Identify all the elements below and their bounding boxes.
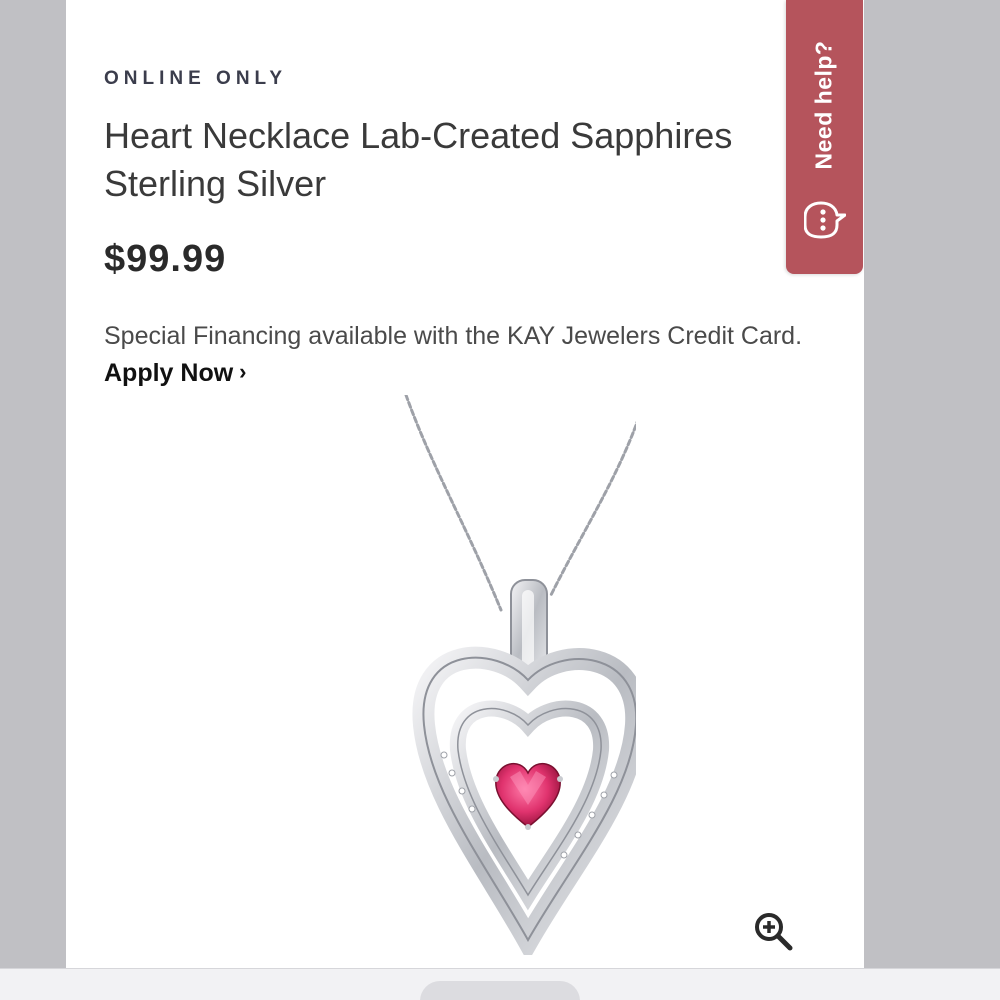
product-image[interactable]: [296, 395, 636, 955]
product-title: Heart Necklace Lab-Created Sapphires Ste…: [104, 115, 733, 204]
apply-now-label: Apply Now: [104, 359, 234, 387]
need-help-label: Need help?: [810, 40, 837, 170]
financing-info: Special Financing available with the KAY…: [104, 318, 824, 392]
chevron-right-icon: ›: [239, 359, 247, 384]
page: ONLINE ONLY Heart Necklace Lab-Created S…: [0, 0, 1000, 1000]
financing-text: Special Financing available with the KAY…: [104, 322, 803, 350]
necklace-chain: [404, 395, 636, 612]
product-price: $99.99: [104, 238, 227, 280]
chat-bubble-icon: [804, 201, 846, 239]
product-card: ONLINE ONLY Heart Necklace Lab-Created S…: [66, 0, 864, 968]
apply-now-link[interactable]: Apply Now ›: [104, 359, 247, 387]
need-help-tab[interactable]: Need help?: [786, 0, 863, 274]
home-indicator[interactable]: [420, 981, 580, 1000]
pink-heart-gem: [493, 762, 563, 830]
zoom-in-icon[interactable]: [752, 910, 796, 954]
browser-bottom-bar: [0, 968, 1000, 1000]
online-only-badge: ONLINE ONLY: [104, 68, 288, 89]
